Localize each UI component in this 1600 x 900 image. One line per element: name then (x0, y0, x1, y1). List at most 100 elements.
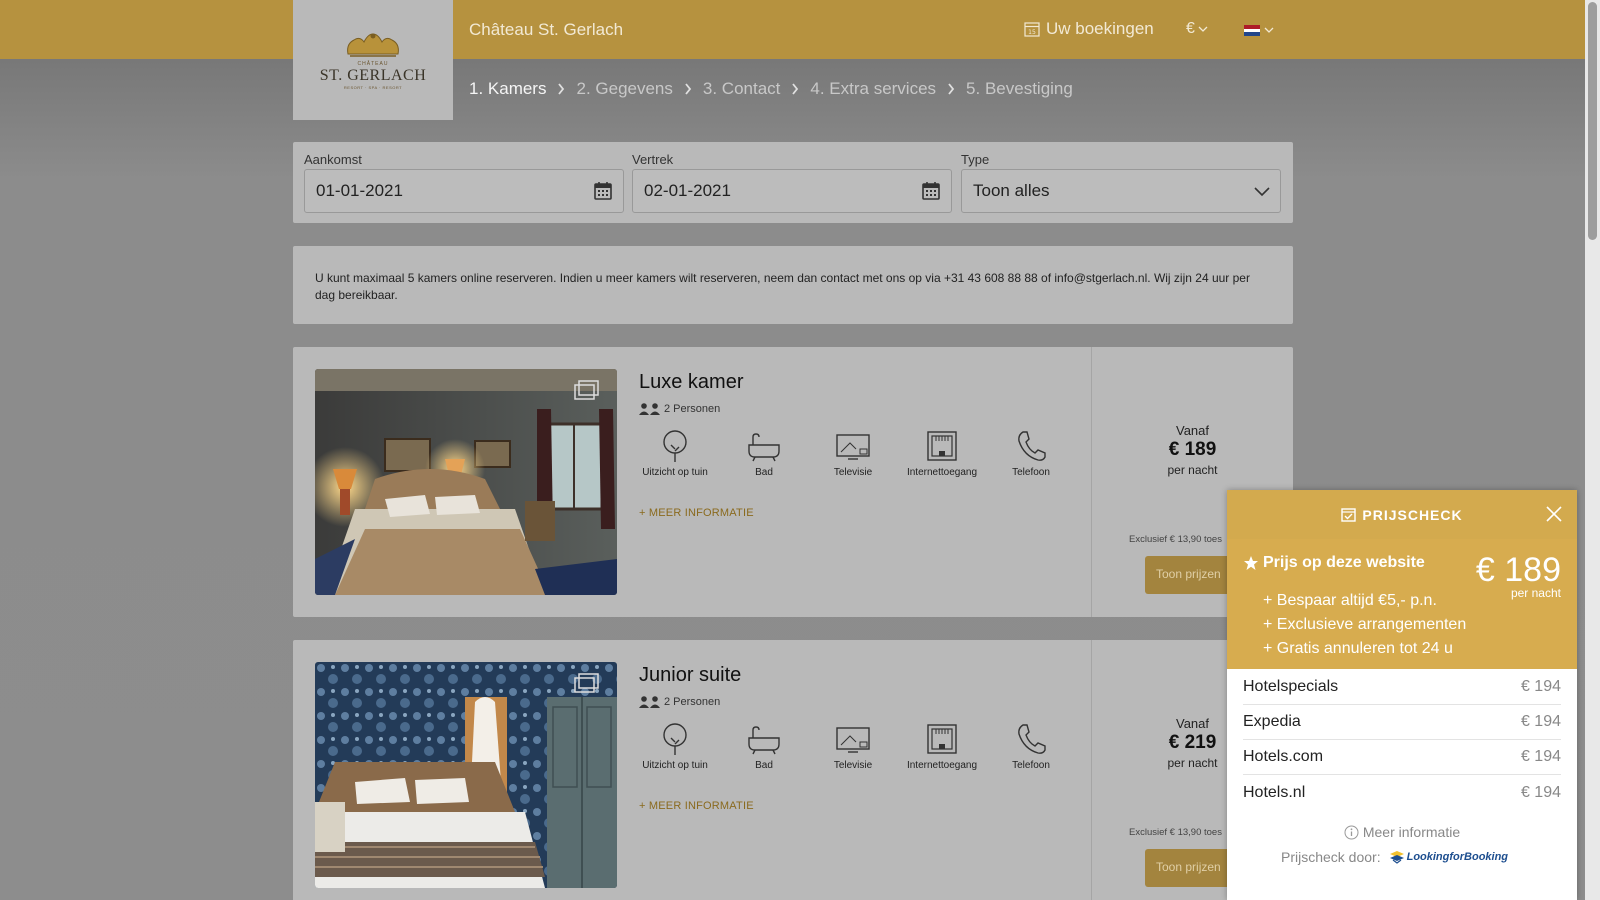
room-card: Luxe kamer 2 Personen Uitzicht op tuin B… (293, 347, 1293, 617)
step-extra-services[interactable]: 4. Extra services (810, 79, 936, 99)
amenity-label: Uitzicht op tuin (642, 760, 708, 771)
lookingforbooking-logo-icon (1389, 851, 1404, 864)
step-rooms[interactable]: 1. Kamers (469, 79, 546, 99)
telephone-icon (1018, 431, 1046, 461)
gallery-icon[interactable] (574, 672, 600, 694)
info-icon (1344, 825, 1359, 839)
type-value: Toon alles (973, 181, 1050, 200)
more-info-link[interactable]: + MEER INFORMATIE (639, 507, 754, 519)
room-persons: 2 Personen (664, 403, 721, 415)
svg-text:15: 15 (1028, 29, 1036, 36)
step-confirmation[interactable]: 5. Bevestiging (966, 79, 1073, 99)
amenity-label: Bad (755, 760, 773, 771)
calendar-icon[interactable] (593, 181, 613, 201)
room-persons: 2 Personen (664, 696, 721, 708)
chevron-down-icon (1198, 26, 1208, 32)
bathtub-icon (748, 726, 780, 755)
gallery-icon[interactable] (574, 379, 600, 401)
more-info-link[interactable]: Meer informatie (1227, 824, 1577, 840)
language-select[interactable] (1244, 25, 1274, 37)
amenity-telephone: Telefoon (986, 429, 1076, 478)
competitor-row: Hotels.com € 194 (1243, 740, 1561, 775)
tree-icon (663, 430, 687, 462)
chevron-right-icon (792, 83, 799, 95)
calendar-icon: 15 (1024, 22, 1040, 37)
pricecheck-site-offer: Prijs op deze website € 189 per nacht + … (1227, 539, 1577, 669)
close-icon[interactable] (1545, 505, 1563, 523)
ethernet-icon (927, 724, 957, 754)
hotel-name[interactable]: Château St. Gerlach (469, 20, 623, 40)
competitor-prices: Hotelspecials € 194 Expedia € 194 Hotels… (1243, 670, 1561, 810)
departure-field[interactable]: 02-01-2021 (632, 169, 952, 213)
more-info-link[interactable]: + MEER INFORMATIE (639, 800, 754, 812)
competitor-row: Hotelspecials € 194 (1243, 670, 1561, 705)
price-unit: per nacht (1167, 463, 1218, 477)
amenity-bath: Bad (719, 722, 809, 771)
chevron-right-icon (558, 83, 565, 95)
currency-select[interactable]: € (1186, 20, 1208, 38)
powered-by: Prijscheck door: LookingforBooking (1281, 849, 1508, 865)
reservation-notice: U kunt maximaal 5 kamers online reserver… (293, 246, 1293, 324)
competitor-price: € 194 (1520, 748, 1561, 765)
bedroom-photo-icon (315, 369, 617, 595)
amenity-telephone: Telefoon (986, 722, 1076, 771)
scrollbar-thumb[interactable] (1588, 2, 1597, 240)
calendar-check-icon (1341, 508, 1357, 522)
room-photo[interactable] (315, 662, 617, 888)
chevron-right-icon (685, 83, 692, 95)
logo-tagline: RESORT · SPA · RESORT (343, 85, 403, 90)
bookings-label: Uw boekingen (1046, 19, 1154, 38)
chevron-down-icon (1264, 27, 1274, 33)
page-scrollbar[interactable] (1585, 0, 1600, 900)
room-photo[interactable] (315, 369, 617, 595)
amenity-internet: Internettoegang (897, 722, 987, 771)
bathtub-icon (748, 433, 780, 462)
bedroom-photo-icon (315, 662, 617, 888)
amenity-label: Bad (755, 467, 773, 478)
currency-value: € (1186, 20, 1195, 37)
competitor-price: € 194 (1520, 783, 1561, 801)
calendar-icon[interactable] (921, 181, 941, 201)
bookings-link[interactable]: 15 Uw boekingen (1024, 19, 1154, 39)
television-icon (836, 727, 870, 753)
arrival-label: Aankomst (304, 152, 362, 167)
amenity-label: Internettoegang (906, 760, 978, 771)
room-title[interactable]: Luxe kamer (639, 371, 744, 394)
amenity-bath: Bad (719, 429, 809, 478)
pricecheck-header: PRIJSCHECK (1227, 490, 1577, 539)
competitor-name: Hotels.nl (1243, 783, 1306, 801)
step-details[interactable]: 2. Gegevens (576, 79, 672, 99)
booking-steps: 1. Kamers 2. Gegevens 3. Contact 4. Extr… (469, 79, 1073, 99)
tax-note: Exclusief € 13,90 toes (1129, 534, 1222, 545)
competitor-row: Expedia € 194 (1243, 705, 1561, 740)
search-panel: Aankomst 01-01-2021 Vertrek 02-01-2021 T… (293, 142, 1293, 223)
type-select[interactable]: Toon alles (961, 169, 1281, 213)
star-icon (1244, 556, 1258, 570)
type-label: Type (961, 152, 990, 167)
amenity-label: Telefoon (1012, 467, 1050, 478)
price-from-label: Vanaf (1175, 423, 1209, 438)
chevron-right-icon (948, 83, 955, 95)
room-card: Junior suite 2 Personen Uitzicht op tuin… (293, 640, 1293, 900)
arrival-value: 01-01-2021 (316, 181, 403, 200)
provider-logo[interactable]: LookingforBooking (1389, 850, 1508, 864)
competitor-price: € 194 (1520, 678, 1561, 695)
step-contact[interactable]: 3. Contact (703, 79, 781, 99)
hotel-logo[interactable]: CHÂTEAU ST. GERLACH RESORT · SPA · RESOR… (293, 0, 453, 120)
room-price: € 189 (1168, 439, 1217, 460)
dutch-flag-icon (1244, 25, 1260, 37)
top-bar (0, 0, 1585, 59)
chevron-down-icon (1254, 187, 1270, 197)
television-icon (836, 434, 870, 460)
room-title[interactable]: Junior suite (639, 664, 741, 687)
pricecheck-popup: PRIJSCHECK Prijs op deze website € 189 p… (1227, 490, 1577, 900)
site-price-label: Prijs op deze website (1263, 554, 1425, 571)
tree-icon (663, 723, 687, 755)
telephone-icon (1018, 724, 1046, 754)
arrival-field[interactable]: 01-01-2021 (304, 169, 624, 213)
competitor-row: Hotels.nl € 194 (1243, 775, 1561, 810)
amenity-internet: Internettoegang (897, 429, 987, 478)
ethernet-icon (927, 431, 957, 461)
site-price: € 189 (1475, 551, 1561, 589)
amenity-garden-view: Uitzicht op tuin (630, 722, 720, 771)
